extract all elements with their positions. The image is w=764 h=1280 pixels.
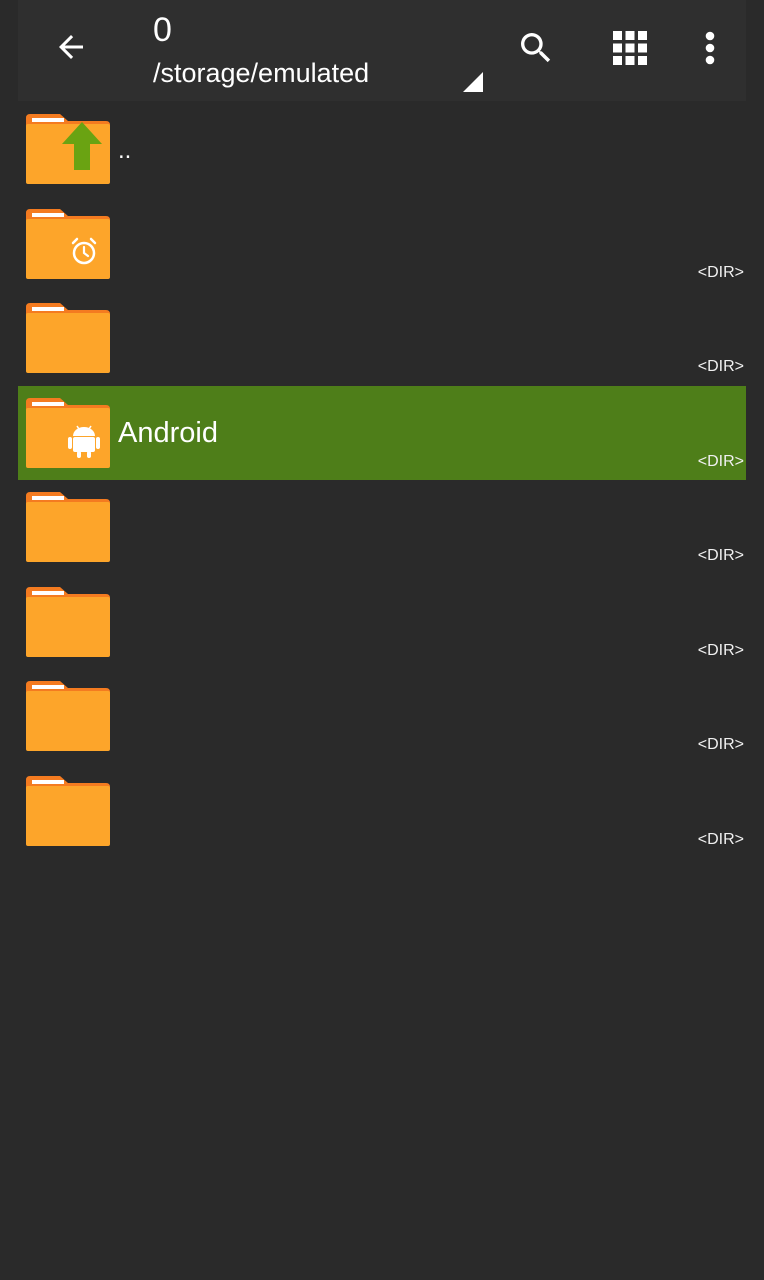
file-list: .. <DIR> <DIR> Android <DIR> <DIR> <DIR>… — [18, 102, 746, 858]
dir-tag: <DIR> — [697, 263, 744, 281]
search-icon — [521, 33, 551, 63]
list-item[interactable]: <DIR> — [18, 291, 746, 386]
more-options-button[interactable] — [682, 20, 738, 76]
folder-up-icon — [26, 114, 110, 184]
grid-view-button[interactable] — [602, 20, 658, 76]
grid-view-icon — [613, 31, 647, 65]
folder-android-icon — [26, 397, 110, 468]
search-button[interactable] — [508, 20, 564, 76]
folder-icon — [26, 492, 110, 562]
top-app-bar: 0 /storage/emulated — [18, 0, 746, 101]
more-vert-icon — [705, 31, 715, 65]
folder-icon — [26, 586, 110, 657]
dir-tag: <DIR> — [697, 830, 744, 848]
path-selector[interactable]: 0 /storage/emulated — [153, 8, 493, 96]
folder-icon — [26, 775, 110, 846]
list-item-android[interactable]: Android <DIR> — [18, 385, 746, 480]
folder-alarm-icon — [26, 208, 110, 279]
dir-tag: <DIR> — [697, 736, 744, 753]
list-item-name: Android — [118, 416, 218, 449]
folder-icon — [26, 303, 110, 373]
page-title: 0 — [153, 11, 172, 49]
dir-tag: <DIR> — [697, 358, 744, 375]
folder-icon — [26, 681, 110, 751]
list-item[interactable]: <DIR> — [18, 669, 746, 764]
current-path: /storage/emulated — [153, 58, 370, 88]
list-item[interactable]: <DIR> — [18, 197, 746, 292]
dir-tag: <DIR> — [697, 641, 744, 659]
dir-tag: <DIR> — [697, 452, 744, 470]
back-button[interactable] — [46, 22, 96, 72]
list-item[interactable]: <DIR> — [18, 764, 746, 859]
dir-tag: <DIR> — [697, 547, 744, 564]
list-item[interactable]: <DIR> — [18, 575, 746, 670]
dropdown-triangle-icon — [463, 72, 483, 92]
list-item[interactable]: <DIR> — [18, 480, 746, 575]
arrow-left-icon — [59, 35, 83, 59]
list-item-parent[interactable]: .. — [18, 102, 746, 197]
list-item-name: .. — [118, 137, 132, 164]
